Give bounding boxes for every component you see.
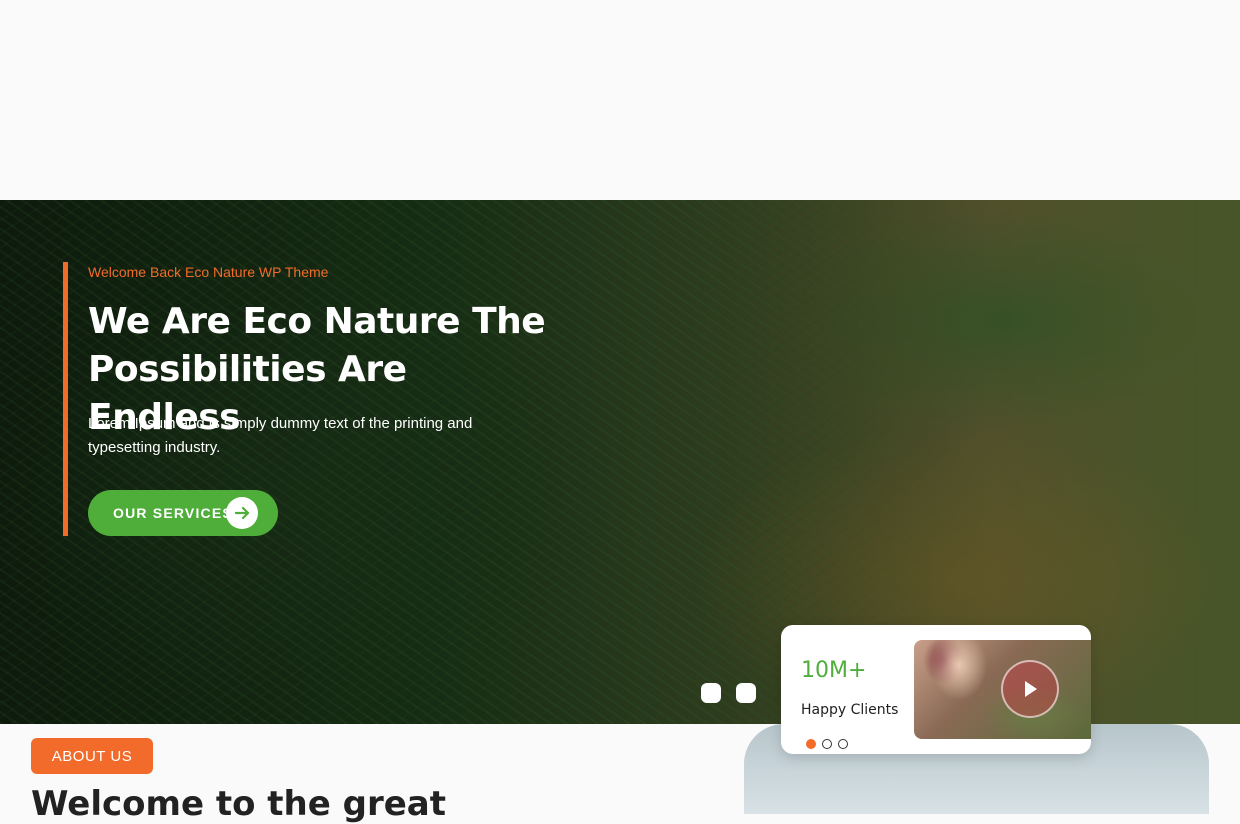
top-blank-area (0, 0, 1240, 200)
happy-clients-card: 10M+ Happy Clients (781, 625, 1091, 754)
card-pagination (806, 739, 848, 749)
hero-accent-bar (63, 262, 68, 536)
arrow-right-icon (226, 497, 258, 529)
slider-dot-2[interactable] (736, 683, 756, 703)
card-dot-1[interactable] (806, 739, 816, 749)
slider-dot-1[interactable] (701, 683, 721, 703)
card-dot-3[interactable] (838, 739, 848, 749)
about-us-badge: ABOUT US (31, 738, 153, 774)
our-services-button[interactable]: OUR SERVICES (88, 490, 278, 536)
hero-description: Lorem Ipsum and is simply dummy text of … (88, 415, 473, 456)
our-services-label: OUR SERVICES (113, 505, 233, 521)
play-icon (1025, 681, 1037, 697)
clients-label: Happy Clients (801, 702, 899, 718)
video-thumbnail[interactable] (914, 640, 1091, 739)
card-dot-2[interactable] (822, 739, 832, 749)
hero-eyebrow: Welcome Back Eco Nature WP Theme (88, 264, 329, 280)
about-heading: Welcome to the great (31, 784, 447, 824)
clients-count: 10M+ (801, 658, 867, 683)
play-video-button[interactable] (1001, 660, 1059, 718)
